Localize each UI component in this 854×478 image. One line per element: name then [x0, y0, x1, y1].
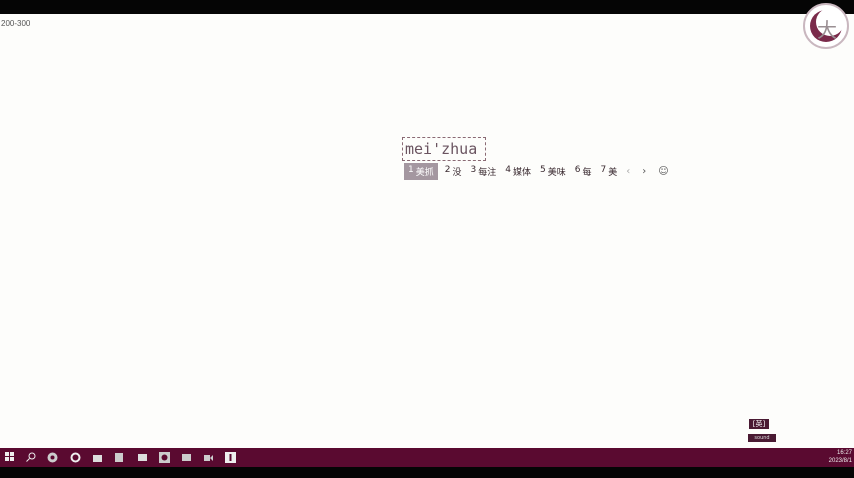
cmd-icon[interactable]	[158, 451, 170, 463]
ime-candidate-3[interactable]: 3 每注	[471, 165, 497, 178]
ime-candidate-4[interactable]: 4 媒体	[505, 165, 531, 178]
windows-icon[interactable]	[4, 451, 16, 463]
ime-candidate-2[interactable]: 2没	[445, 165, 462, 178]
clock-time: 16:27	[836, 450, 852, 456]
clock-date: 2023/8/1	[828, 458, 852, 464]
bottom-black-bar	[0, 467, 854, 478]
candidate-text: 每	[582, 168, 592, 178]
video-icon[interactable]	[202, 451, 214, 463]
text-icon[interactable]	[224, 451, 236, 463]
explorer-icon[interactable]	[91, 451, 103, 463]
candidate-text: 没	[452, 168, 462, 178]
settings-icon[interactable]	[69, 451, 81, 463]
ime-candidate-7[interactable]: 7美	[601, 165, 618, 178]
emoji-icon[interactable]: ☺	[658, 166, 668, 177]
ime-mode-badge[interactable]: [英]	[749, 419, 769, 429]
search-icon[interactable]	[25, 451, 37, 463]
ime-candidate-1[interactable]: 1 美抓	[404, 163, 438, 180]
ime-candidate-5[interactable]: 5 美味	[540, 165, 566, 178]
chrome-icon[interactable]	[46, 451, 58, 463]
candidate-index: 2	[444, 165, 451, 175]
system-clock[interactable]: 16:27 2023/8/1	[829, 449, 852, 465]
app-icon[interactable]	[180, 451, 192, 463]
ime-candidate-list: 1 美抓 2没 3 每注 4 媒体 5 美味 6每 7美 ‹ › ☺	[404, 163, 669, 180]
candidate-text: 美	[608, 168, 618, 178]
candidate-index: 7	[600, 165, 607, 175]
top-black-bar	[0, 0, 854, 14]
candidate-text: 每注	[478, 168, 497, 178]
terminal-icon[interactable]	[136, 451, 148, 463]
candidate-text: 美味	[547, 168, 566, 178]
candidate-text: 媒体	[512, 168, 531, 178]
ime-candidate-6[interactable]: 6每	[575, 165, 592, 178]
logo-glyph: 大	[817, 18, 837, 42]
corner-label: 200-300	[1, 19, 31, 28]
file-icon[interactable]	[113, 451, 125, 463]
taskbar: 16:27 2023/8/1	[0, 448, 854, 467]
status-badge: sound	[748, 434, 776, 442]
candidate-index: 6	[574, 165, 581, 175]
candidate-index: 3	[470, 165, 477, 175]
candidate-index: 4	[505, 165, 511, 175]
candidate-index: 1	[408, 165, 414, 175]
ime-composition: mei'zhua	[402, 137, 486, 161]
candidate-index: 5	[540, 165, 546, 175]
watermark-logo: 大	[803, 3, 849, 49]
prev-page-icon[interactable]: ‹	[626, 166, 630, 177]
next-page-icon[interactable]: ›	[642, 166, 646, 177]
candidate-text: 美抓	[415, 168, 434, 178]
